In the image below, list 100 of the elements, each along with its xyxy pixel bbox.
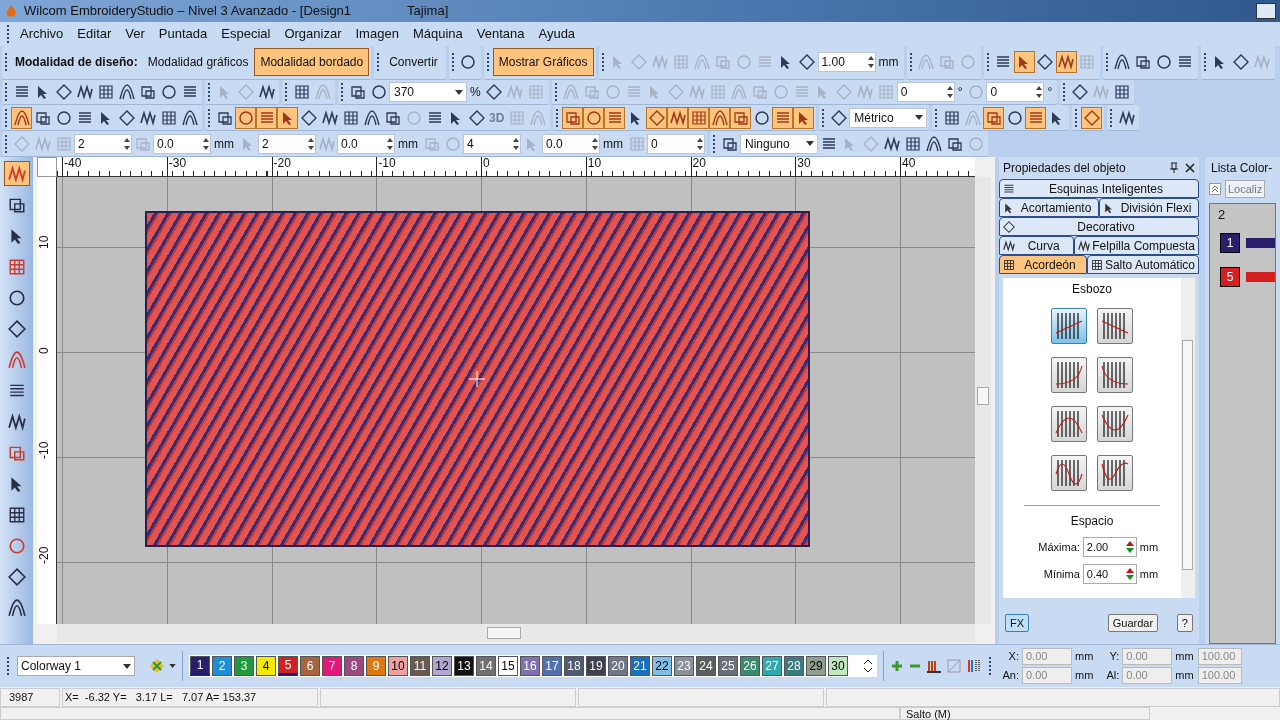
spin-field[interactable]: 0 bbox=[647, 133, 705, 154]
mode-button[interactable]: Convertir bbox=[383, 48, 444, 77]
spin-field[interactable]: 0.0 bbox=[153, 133, 211, 154]
menu-item[interactable]: Ayuda bbox=[531, 24, 583, 44]
color-number[interactable]: 1 bbox=[1220, 233, 1240, 253]
color-swatch[interactable]: 3 bbox=[234, 656, 254, 676]
color-swatch[interactable]: 24 bbox=[696, 656, 716, 676]
property-tab[interactable]: Curva bbox=[999, 236, 1075, 255]
property-tab[interactable]: Esquinas Inteligentes bbox=[999, 179, 1199, 198]
menu-item[interactable]: Editar bbox=[70, 24, 119, 44]
color-swatch[interactable]: 14 bbox=[476, 656, 496, 676]
spin-field[interactable]: 1.00 bbox=[817, 52, 876, 73]
color-swatch[interactable]: 12 bbox=[432, 656, 452, 676]
menu-item[interactable]: Máquina bbox=[405, 24, 470, 44]
colorway-combo[interactable]: Colorway 1 bbox=[17, 656, 135, 676]
mode-button[interactable]: Modalidad gráficos bbox=[141, 48, 255, 77]
spin-field[interactable]: 0 bbox=[986, 82, 1045, 103]
color-swatch[interactable]: 10 bbox=[388, 656, 408, 676]
color-swatch[interactable]: 18 bbox=[564, 656, 584, 676]
property-tab[interactable]: División Flexi bbox=[1099, 198, 1199, 217]
ruler-label: 10 bbox=[38, 235, 50, 249]
property-tab[interactable]: Felpilla Compuesta bbox=[1074, 236, 1199, 255]
menu-item[interactable]: Organizar bbox=[277, 24, 349, 44]
combo-box[interactable]: Métrico bbox=[849, 107, 928, 128]
spin-field[interactable]: 0 bbox=[896, 82, 955, 103]
unit-label: % bbox=[469, 84, 482, 102]
spin-value: 0 bbox=[651, 135, 658, 153]
panel-button[interactable]: FX bbox=[1005, 614, 1030, 632]
field-label: Máxima: bbox=[1037, 539, 1080, 555]
property-tab[interactable]: Salto Automático bbox=[1086, 255, 1199, 274]
status-cell: Salto (M) bbox=[900, 707, 1150, 720]
combo-box[interactable]: Ninguno bbox=[740, 133, 818, 154]
color-swatch[interactable]: 4 bbox=[256, 656, 276, 676]
unit-label: mm bbox=[1139, 539, 1159, 555]
property-tab[interactable]: Acortamiento bbox=[999, 198, 1099, 217]
color-swatch[interactable]: 21 bbox=[630, 656, 650, 676]
combo-value: 370 bbox=[394, 84, 415, 102]
spin-value: 0.0 bbox=[341, 135, 358, 153]
coord-label: An: bbox=[1001, 668, 1019, 684]
locate-button[interactable]: Localiz bbox=[1225, 179, 1266, 199]
color-swatch[interactable]: 5 bbox=[278, 656, 298, 676]
panel-button[interactable]: Guardar bbox=[1107, 614, 1159, 632]
coord-label: Al: bbox=[1105, 668, 1120, 684]
color-swatch[interactable]: 30 bbox=[828, 656, 848, 676]
panel-title: Lista Color- bbox=[1210, 160, 1274, 177]
combo-value: Métrico bbox=[854, 109, 894, 127]
spin-value: 0.0 bbox=[157, 135, 174, 153]
color-number[interactable]: 5 bbox=[1220, 267, 1240, 287]
mode-button[interactable]: Mostrar Gráficos bbox=[492, 48, 594, 77]
panel-button[interactable]: ? bbox=[1176, 614, 1193, 632]
color-swatch[interactable]: 16 bbox=[520, 656, 540, 676]
color-swatch[interactable]: 15 bbox=[498, 656, 518, 676]
color-swatch[interactable]: 20 bbox=[608, 656, 628, 676]
coord-value: 0.00 bbox=[1126, 649, 1148, 665]
window-title: Tajima] bbox=[407, 2, 449, 21]
ruler-label: -10 bbox=[38, 441, 50, 459]
menu-item[interactable]: Ver bbox=[118, 24, 152, 44]
unit-label: mm bbox=[1175, 668, 1194, 684]
color-swatch[interactable]: 29 bbox=[806, 656, 826, 676]
section-title: Espacio bbox=[1070, 513, 1114, 530]
ruler-label: -40 bbox=[62, 157, 82, 176]
spin-value: 4 bbox=[467, 135, 474, 153]
property-tab[interactable]: Decorativo bbox=[999, 217, 1199, 236]
combo-value: Ninguno bbox=[745, 135, 790, 153]
spin-value: 0.40 bbox=[1086, 566, 1109, 582]
scale-value: 100.00 bbox=[1201, 668, 1236, 684]
menu-item[interactable]: Especial bbox=[214, 24, 278, 44]
spin-field[interactable]: 4 bbox=[463, 133, 521, 154]
color-swatch[interactable]: 13 bbox=[454, 656, 474, 676]
mode-button[interactable]: Modalidad bordado bbox=[254, 48, 370, 77]
color-swatch[interactable]: 25 bbox=[718, 656, 738, 676]
spin-field[interactable]: 2 bbox=[258, 133, 316, 154]
color-swatch[interactable]: 26 bbox=[740, 656, 760, 676]
color-swatch[interactable]: 19 bbox=[586, 656, 606, 676]
color-swatch[interactable]: 22 bbox=[652, 656, 672, 676]
spin-field[interactable]: 2.00 bbox=[1082, 537, 1137, 557]
color-swatch[interactable]: 17 bbox=[542, 656, 562, 676]
menu-item[interactable]: Archivo bbox=[13, 24, 71, 44]
ruler-label: 20 bbox=[690, 157, 706, 176]
menu-item[interactable]: Imagen bbox=[348, 24, 406, 44]
scale-value: 100.00 bbox=[1201, 649, 1236, 665]
menu-item[interactable]: Ventana bbox=[469, 24, 532, 44]
spin-field[interactable]: 0.0 bbox=[542, 133, 600, 154]
spin-field[interactable]: 0.0 bbox=[337, 133, 395, 154]
menu-item[interactable]: Puntada bbox=[151, 24, 215, 44]
spin-value: 0 bbox=[990, 84, 998, 102]
color-swatch[interactable]: 1 bbox=[190, 656, 210, 676]
coord-value: 0.00 bbox=[1026, 649, 1048, 665]
combo-box[interactable]: 370 bbox=[389, 82, 467, 103]
property-tab[interactable]: Acordeón bbox=[999, 255, 1087, 274]
status-cell: X= -6.32 Y= 3.17 L= 7.07 A= 153.37 bbox=[62, 688, 318, 707]
color-swatch[interactable]: 2 bbox=[212, 656, 232, 676]
field-label: Mínima bbox=[1042, 566, 1080, 582]
color-swatch[interactable]: 8 bbox=[344, 656, 364, 676]
color-swatch[interactable]: 7 bbox=[322, 656, 342, 676]
color-swatch[interactable]: 11 bbox=[410, 656, 430, 676]
spin-field[interactable]: 0.40 bbox=[1082, 564, 1137, 584]
color-swatch[interactable]: 6 bbox=[300, 656, 320, 676]
color-swatch[interactable]: 28 bbox=[784, 656, 804, 676]
spin-field[interactable]: 2 bbox=[74, 133, 132, 154]
